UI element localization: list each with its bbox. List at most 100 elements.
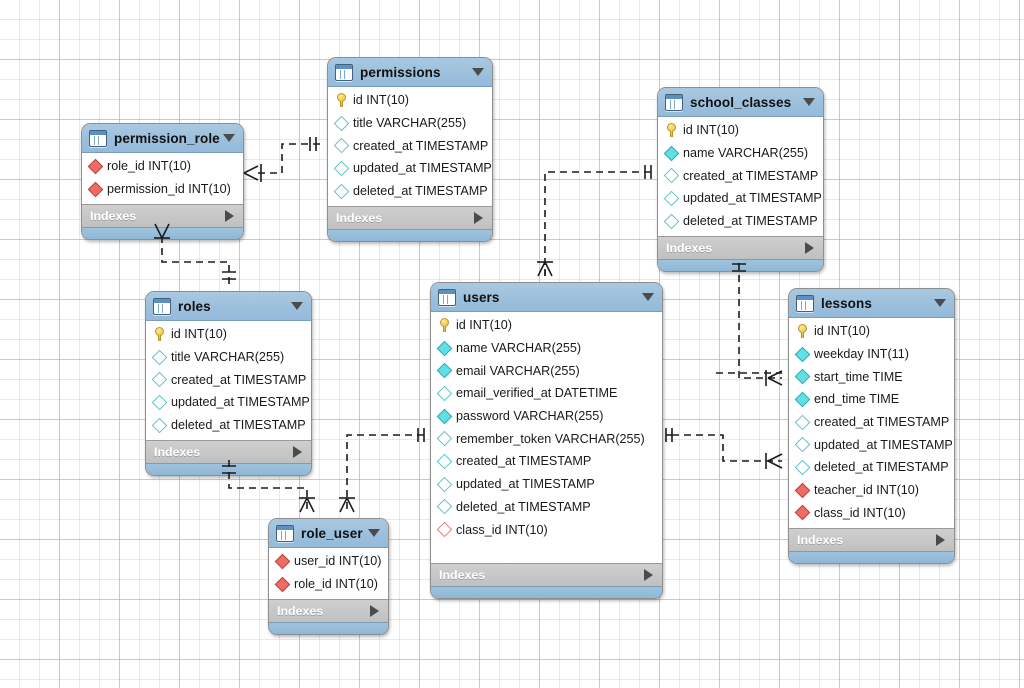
indexes-bar-lessons[interactable]: Indexes [789,528,954,551]
column-label: start_time TIME [814,370,903,384]
column-row[interactable]: role_id INT(10) [82,155,243,178]
indexes-bar-permission_role[interactable]: Indexes [82,204,243,227]
column-row[interactable]: deleted_at TIMESTAMP [431,496,662,519]
column-row[interactable]: password VARCHAR(255) [431,405,662,428]
chevron-right-icon[interactable] [474,212,483,224]
table-header-permissions[interactable]: permissions [328,58,492,87]
column-row[interactable]: teacher_id INT(10) [789,479,954,502]
column-row[interactable]: updated_at TIMESTAMP [789,433,954,456]
chevron-down-icon[interactable] [934,299,946,307]
chevron-down-icon[interactable] [472,68,484,76]
column-nullable-icon [152,395,168,411]
indexes-label: Indexes [90,209,136,223]
column-row[interactable]: name VARCHAR(255) [431,337,662,360]
indexes-bar-roles[interactable]: Indexes [146,440,311,463]
column-row[interactable]: created_at TIMESTAMP [328,134,492,157]
foreign-key-not-null-icon [275,554,291,570]
column-not-null-icon [795,346,811,362]
column-label: name VARCHAR(255) [683,146,808,160]
column-nullable-icon [437,476,453,492]
column-row[interactable]: class_id INT(10) [789,502,954,525]
column-nullable-icon [795,460,811,476]
column-nullable-icon [664,168,680,184]
column-row[interactable]: deleted_at TIMESTAMP [658,210,823,233]
column-label: role_id INT(10) [294,577,378,591]
column-row[interactable]: created_at TIMESTAMP [789,411,954,434]
column-row[interactable]: id INT(10) [789,320,954,343]
column-nullable-icon [152,372,168,388]
table-header-role_user[interactable]: role_user [269,519,388,548]
column-not-null-icon [664,145,680,161]
indexes-bar-role_user[interactable]: Indexes [269,599,388,622]
table-card-role_user[interactable]: role_useruser_id INT(10) role_id INT(10) I… [268,518,389,635]
column-row[interactable]: deleted_at TIMESTAMP [146,414,311,437]
column-row[interactable]: updated_at TIMESTAMP [658,187,823,210]
column-row[interactable]: deleted_at TIMESTAMP [789,456,954,479]
column-nullable-icon [437,386,453,402]
column-row[interactable]: created_at TIMESTAMP [658,164,823,187]
column-row[interactable]: start_time TIME [789,365,954,388]
indexes-bar-school_classes[interactable]: Indexes [658,236,823,259]
column-label: email VARCHAR(255) [456,364,580,378]
table-header-users[interactable]: users [431,283,662,312]
column-row[interactable]: updated_at TIMESTAMP [431,473,662,496]
chevron-down-icon[interactable] [803,98,815,106]
column-row[interactable]: title VARCHAR(255) [146,346,311,369]
indexes-bar-users[interactable]: Indexes [431,563,662,586]
column-row[interactable]: role_id INT(10) [269,573,388,596]
chevron-down-icon[interactable] [368,529,380,537]
column-row[interactable]: id INT(10) [658,119,823,142]
column-row[interactable]: class_id INT(10) [431,518,662,541]
chevron-right-icon[interactable] [225,210,234,222]
table-header-permission_role[interactable]: permission_role [82,124,243,153]
column-row[interactable]: user_id INT(10) [269,550,388,573]
column-label: password VARCHAR(255) [456,409,603,423]
table-header-lessons[interactable]: lessons [789,289,954,318]
table-card-roles[interactable]: rolesid INT(10)title VARCHAR(255)created… [145,291,312,476]
indexes-bar-permissions[interactable]: Indexes [328,206,492,229]
column-row[interactable]: updated_at TIMESTAMP [328,157,492,180]
table-card-users[interactable]: usersid INT(10)name VARCHAR(255) email VA… [430,282,663,599]
column-row[interactable]: weekday INT(11) [789,343,954,366]
column-row[interactable]: permission_id INT(10) [82,178,243,201]
column-row[interactable]: id INT(10) [431,314,662,337]
column-row[interactable]: created_at TIMESTAMP [146,368,311,391]
column-row[interactable]: remember_token VARCHAR(255) [431,427,662,450]
column-row[interactable]: id INT(10) [146,323,311,346]
column-row[interactable]: id INT(10) [328,89,492,112]
chevron-right-icon[interactable] [370,605,379,617]
column-row[interactable]: updated_at TIMESTAMP [146,391,311,414]
table-card-permissions[interactable]: permissionsid INT(10) title VARCHAR(255) c… [327,57,493,242]
indexes-label: Indexes [439,568,485,582]
table-header-school_classes[interactable]: school_classes [658,88,823,117]
column-row[interactable]: title VARCHAR(255) [328,112,492,135]
column-row[interactable]: end_time TIME [789,388,954,411]
column-row[interactable]: email VARCHAR(255) [431,359,662,382]
table-header-roles[interactable]: roles [146,292,311,321]
er-diagram-canvas[interactable]: permission_rolerole_id INT(10)permission… [0,0,1024,688]
chevron-right-icon[interactable] [293,446,302,458]
primary-key-icon [439,318,450,332]
table-icon [335,64,353,81]
column-label: updated_at TIMESTAMP [683,191,822,205]
chevron-right-icon[interactable] [936,534,945,546]
chevron-down-icon[interactable] [223,134,235,142]
column-row[interactable]: email_verified_at DATETIME [431,382,662,405]
chevron-right-icon[interactable] [644,569,653,581]
column-nullable-icon [795,414,811,430]
chevron-down-icon[interactable] [291,302,303,310]
column-row[interactable]: created_at TIMESTAMP [431,450,662,473]
column-not-null-icon [437,408,453,424]
table-card-lessons[interactable]: lessonsid INT(10)weekday INT(11) start_ti… [788,288,955,564]
table-card-school_classes[interactable]: school_classesid INT(10) name VARCHAR(255… [657,87,824,272]
chevron-down-icon[interactable] [642,293,654,301]
column-list: role_id INT(10)permission_id INT(10) [82,153,243,204]
indexes-label: Indexes [336,211,382,225]
column-row[interactable]: deleted_at TIMESTAMP [328,180,492,203]
column-label: title VARCHAR(255) [353,116,466,130]
chevron-right-icon[interactable] [805,242,814,254]
foreign-key-not-null-icon [275,576,291,592]
table-footer [431,586,662,598]
column-row[interactable]: name VARCHAR(255) [658,142,823,165]
table-card-permission_role[interactable]: permission_rolerole_id INT(10)permission… [81,123,244,240]
